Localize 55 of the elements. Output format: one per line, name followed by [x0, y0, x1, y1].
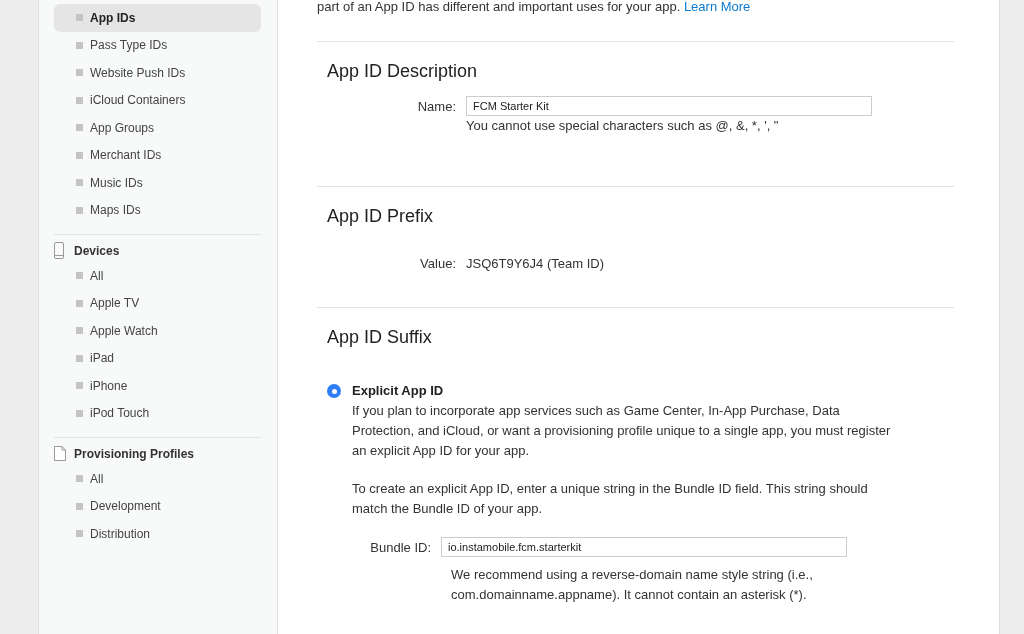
- description-text: To create an explicit App ID, enter a unique string in the Bundle ID field. This string should match the Bundle ID of your app.: [352, 480, 869, 518]
- sidebar-item[interactable]: Website Push IDs: [54, 59, 261, 87]
- sidebar-item[interactable]: App IDs: [54, 4, 261, 32]
- bullet-icon: [76, 299, 83, 307]
- section-heading: App ID Description: [327, 60, 479, 83]
- sidebar-item[interactable]: All: [54, 262, 261, 290]
- bullet-icon: [76, 530, 83, 538]
- bullet-icon: [76, 206, 83, 214]
- sidebar-item[interactable]: iPod Touch: [54, 399, 261, 427]
- bullet-icon: [76, 14, 83, 22]
- bullet-icon: [76, 354, 83, 362]
- sidebar-item[interactable]: iPad: [54, 344, 261, 372]
- intro-text: part of an App ID has different and important uses for your app.: [317, 0, 682, 14]
- sidebar-item[interactable]: Distribution: [54, 520, 261, 548]
- bullet-icon: [76, 151, 83, 159]
- radio-button[interactable]: [327, 384, 341, 398]
- sidebar-item[interactable]: Apple Watch: [54, 317, 261, 345]
- bullet-icon: [76, 69, 83, 77]
- sidebar-item[interactable]: Merchant IDs: [54, 141, 261, 169]
- hint-text: You cannot use special characters such as @, &, *, ', ": [466, 117, 780, 135]
- sidebar-item[interactable]: All: [54, 465, 261, 493]
- bundle-id-field[interactable]: io.instamobile.fcm.starterkit: [441, 537, 847, 557]
- bullet-icon: [76, 96, 83, 104]
- field-label: Bundle ID:: [370, 539, 431, 555]
- bullet-icon: [76, 409, 83, 417]
- option-label: Explicit App ID: [352, 382, 445, 400]
- sidebar-item[interactable]: Music IDs: [54, 169, 261, 197]
- sidebar-item[interactable]: Development: [54, 492, 261, 520]
- name-field[interactable]: FCM Starter Kit: [466, 96, 872, 116]
- field-label: Value:: [420, 256, 456, 271]
- bullet-icon: [76, 272, 83, 280]
- sidebar-item[interactable]: Maps IDs: [54, 196, 261, 224]
- sidebar-item[interactable]: iPhone: [54, 372, 261, 400]
- learn-more-link[interactable]: Learn More: [683, 0, 751, 14]
- phone-icon: [54, 242, 64, 259]
- team-id-text: JSQ6T9Y6J4 (Team ID): [466, 256, 605, 271]
- field-label: Name:: [417, 98, 456, 114]
- sidebar-heading: Devices: [74, 243, 120, 258]
- document-icon: [54, 446, 66, 461]
- sidebar-item[interactable]: App Groups: [54, 114, 261, 142]
- description-text: If you plan to incorporate app services such as Game Center, In-App Purchase, Data Protection, and iCloud, or want a provisioning profile unique to a single app, you must register an explicit App ID for your app.: [352, 402, 892, 460]
- bullet-icon: [76, 41, 83, 49]
- hint-text: We recommend using a reverse-domain name style string (i.e., com.domainname.appname). It cannot contain an asterisk (*).: [450, 566, 814, 604]
- bullet-icon: [76, 475, 83, 483]
- sidebar-item[interactable]: Pass Type IDs: [54, 31, 261, 59]
- bullet-icon: [76, 327, 83, 335]
- section-heading: App ID Suffix: [327, 326, 433, 349]
- sidebar-heading: Provisioning Profiles: [74, 446, 195, 461]
- bullet-icon: [76, 179, 83, 187]
- sidebar-item[interactable]: iCloud Containers: [54, 86, 261, 114]
- bullet-icon: [76, 124, 83, 132]
- section-heading: App ID Prefix: [327, 205, 435, 228]
- bullet-icon: [76, 502, 83, 510]
- bullet-icon: [76, 382, 83, 390]
- sidebar-item[interactable]: Apple TV: [54, 289, 261, 317]
